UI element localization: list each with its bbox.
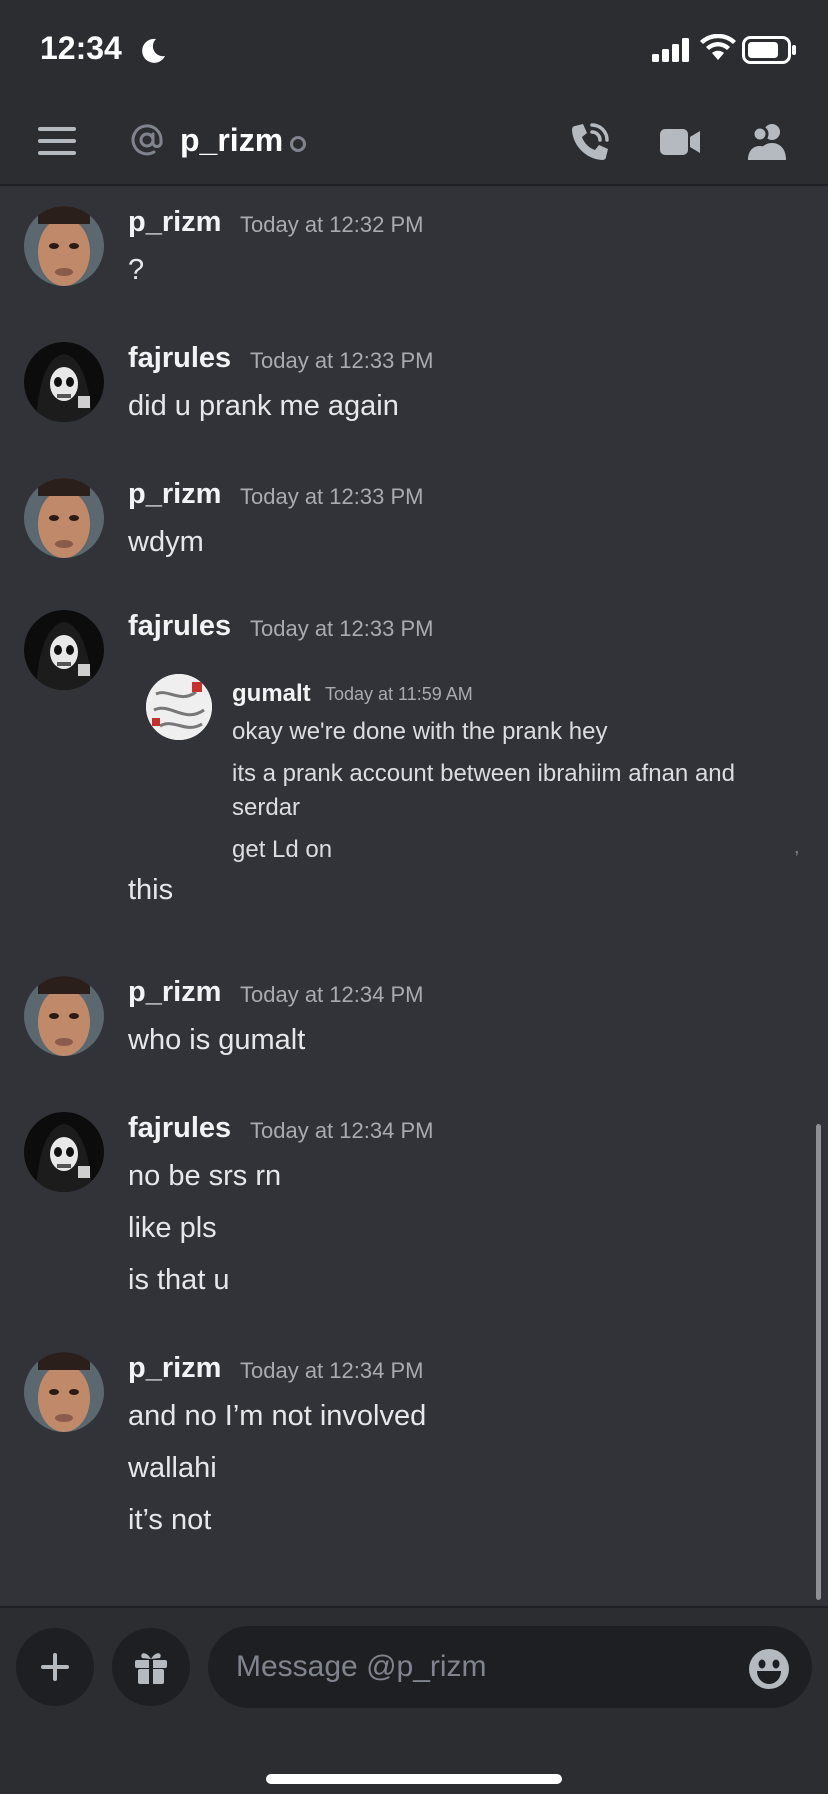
message-text: ? xyxy=(128,254,145,286)
call-icon[interactable] xyxy=(568,120,612,164)
video-icon[interactable] xyxy=(658,124,702,160)
username[interactable]: fajrules xyxy=(128,610,231,643)
message-text: and no I’m not involved xyxy=(128,1400,427,1432)
forwarded-timestamp: Today at 11:59 AM xyxy=(325,684,473,704)
emoji-icon[interactable] xyxy=(748,1648,790,1690)
username[interactable]: p_rizm xyxy=(128,976,221,1009)
forwarded-username[interactable]: gumalt xyxy=(232,680,311,708)
gift-button[interactable] xyxy=(112,1628,190,1706)
avatar[interactable] xyxy=(24,1112,104,1192)
message-text: this xyxy=(128,874,174,906)
avatar[interactable] xyxy=(24,1352,104,1432)
members-icon[interactable] xyxy=(746,120,790,164)
signal-icon xyxy=(652,38,689,62)
at-icon xyxy=(131,124,163,156)
avatar[interactable] xyxy=(24,342,104,422)
offline-status-indicator xyxy=(290,136,306,152)
wifi-icon xyxy=(700,34,736,60)
message-text: it’s not xyxy=(128,1504,212,1536)
status-time: 12:34 xyxy=(40,30,122,66)
timestamp: Today at 12:34 PM xyxy=(240,1358,424,1383)
username[interactable]: fajrules xyxy=(128,1112,231,1145)
message-text: wdym xyxy=(128,526,204,558)
timestamp: Today at 12:33 PM xyxy=(250,616,434,641)
username[interactable]: fajrules xyxy=(128,342,231,375)
home-indicator[interactable] xyxy=(266,1774,562,1784)
page-title[interactable]: p_rizm xyxy=(180,122,283,159)
channel-header: p_rizm xyxy=(0,100,828,186)
message-text: no be srs rn xyxy=(128,1160,282,1192)
forwarded-text: its a prank account between ibrahiim afn… xyxy=(232,760,735,787)
timestamp: Today at 12:33 PM xyxy=(250,348,434,373)
username[interactable]: p_rizm xyxy=(128,1352,221,1385)
gift-icon xyxy=(135,1653,167,1684)
composer-bar xyxy=(0,1606,828,1794)
message-text: is that u xyxy=(128,1264,230,1296)
menu-icon[interactable] xyxy=(38,124,76,158)
battery-icon xyxy=(742,36,796,64)
edited-mark-icon: , xyxy=(794,836,800,858)
avatar[interactable] xyxy=(24,478,104,558)
message-text: like pls xyxy=(128,1212,217,1244)
forwarded-text: okay we're done with the prank hey xyxy=(232,718,608,745)
message-text: wallahi xyxy=(128,1452,217,1484)
timestamp: Today at 12:34 PM xyxy=(240,982,424,1007)
forwarded-text: get Ld on xyxy=(232,836,333,863)
timestamp: Today at 12:32 PM xyxy=(240,212,424,237)
moon-icon xyxy=(142,38,165,63)
plus-icon xyxy=(41,1653,69,1681)
add-attachment-button[interactable] xyxy=(16,1628,94,1706)
message-input[interactable] xyxy=(208,1626,812,1708)
username[interactable]: p_rizm xyxy=(128,478,221,511)
forwarded-text: serdar xyxy=(232,794,301,821)
username[interactable]: p_rizm xyxy=(128,206,221,239)
scrollbar[interactable] xyxy=(816,1124,821,1600)
timestamp: Today at 12:34 PM xyxy=(250,1118,434,1143)
message-text: who is gumalt xyxy=(128,1024,306,1056)
avatar[interactable] xyxy=(24,206,104,286)
avatar[interactable] xyxy=(24,976,104,1056)
status-bar: 12:34 xyxy=(0,0,828,100)
message-list[interactable]: p_rizm Today at 12:32 PM ? fajrules Toda… xyxy=(0,186,828,1606)
avatar[interactable] xyxy=(24,610,104,690)
message-text: did u prank me again xyxy=(128,390,399,422)
forwarded-avatar[interactable] xyxy=(146,674,212,740)
timestamp: Today at 12:33 PM xyxy=(240,484,424,509)
